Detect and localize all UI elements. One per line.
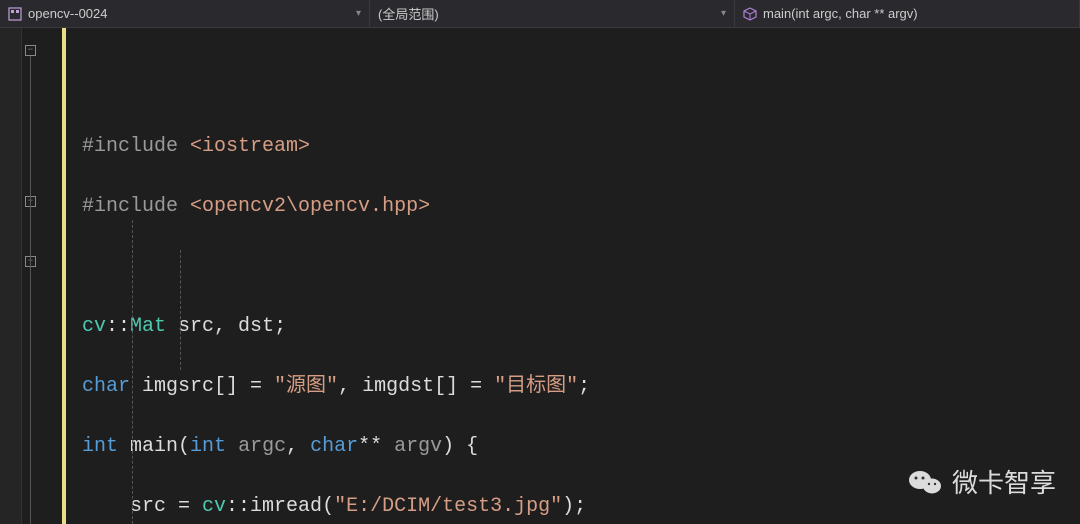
fold-line bbox=[30, 56, 31, 524]
project-name: opencv--0024 bbox=[28, 6, 108, 21]
breadcrumb-bar: opencv--0024 ▾ (全局范围) ▾ main(int argc, c… bbox=[0, 0, 1080, 28]
code-editor[interactable]: − − − #include <iostream> #include <open… bbox=[0, 28, 1080, 524]
project-dropdown[interactable]: opencv--0024 ▾ bbox=[0, 0, 370, 27]
chevron-down-icon: ▾ bbox=[348, 8, 361, 19]
watermark-text: 微卡智享 bbox=[952, 463, 1056, 500]
gutter[interactable]: − − − bbox=[22, 28, 70, 524]
wechat-icon bbox=[908, 468, 942, 496]
function-dropdown[interactable]: main(int argc, char ** argv) bbox=[735, 0, 1080, 27]
project-icon bbox=[8, 7, 22, 21]
cube-icon bbox=[743, 7, 757, 21]
watermark: 微卡智享 bbox=[908, 463, 1056, 500]
scope-label: (全局范围) bbox=[378, 4, 439, 23]
function-label: main(int argc, char ** argv) bbox=[763, 6, 918, 21]
change-indicator bbox=[62, 28, 66, 524]
fold-toggle-icon[interactable]: − bbox=[25, 45, 36, 56]
chevron-down-icon: ▾ bbox=[713, 8, 726, 19]
scope-dropdown[interactable]: (全局范围) ▾ bbox=[370, 0, 735, 27]
code-area[interactable]: #include <iostream> #include <opencv2\op… bbox=[70, 28, 1080, 524]
breakpoint-margin[interactable] bbox=[0, 28, 22, 524]
